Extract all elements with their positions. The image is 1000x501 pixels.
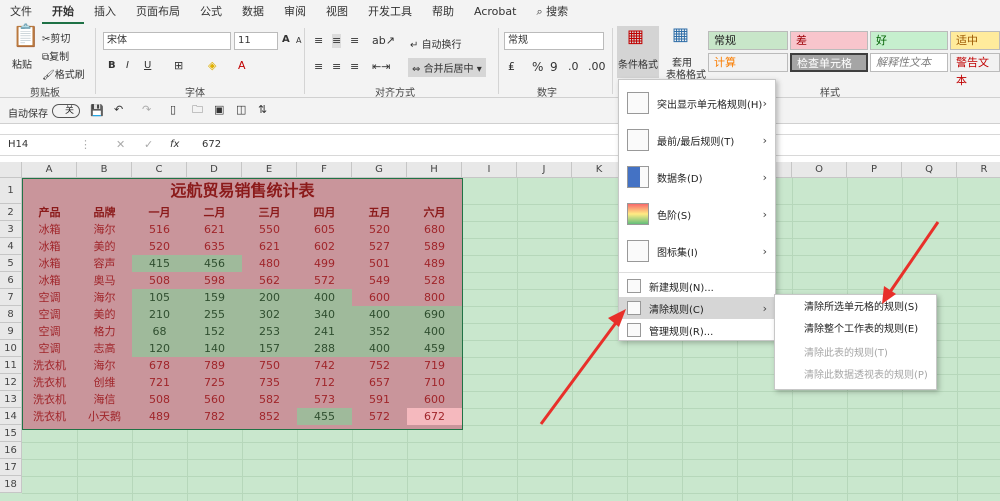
arrow-to-submenu xyxy=(888,221,940,293)
arrowhead-clear-rules xyxy=(608,309,626,327)
arrow-to-clear-rules xyxy=(539,319,620,425)
annotation-arrows xyxy=(539,221,940,425)
